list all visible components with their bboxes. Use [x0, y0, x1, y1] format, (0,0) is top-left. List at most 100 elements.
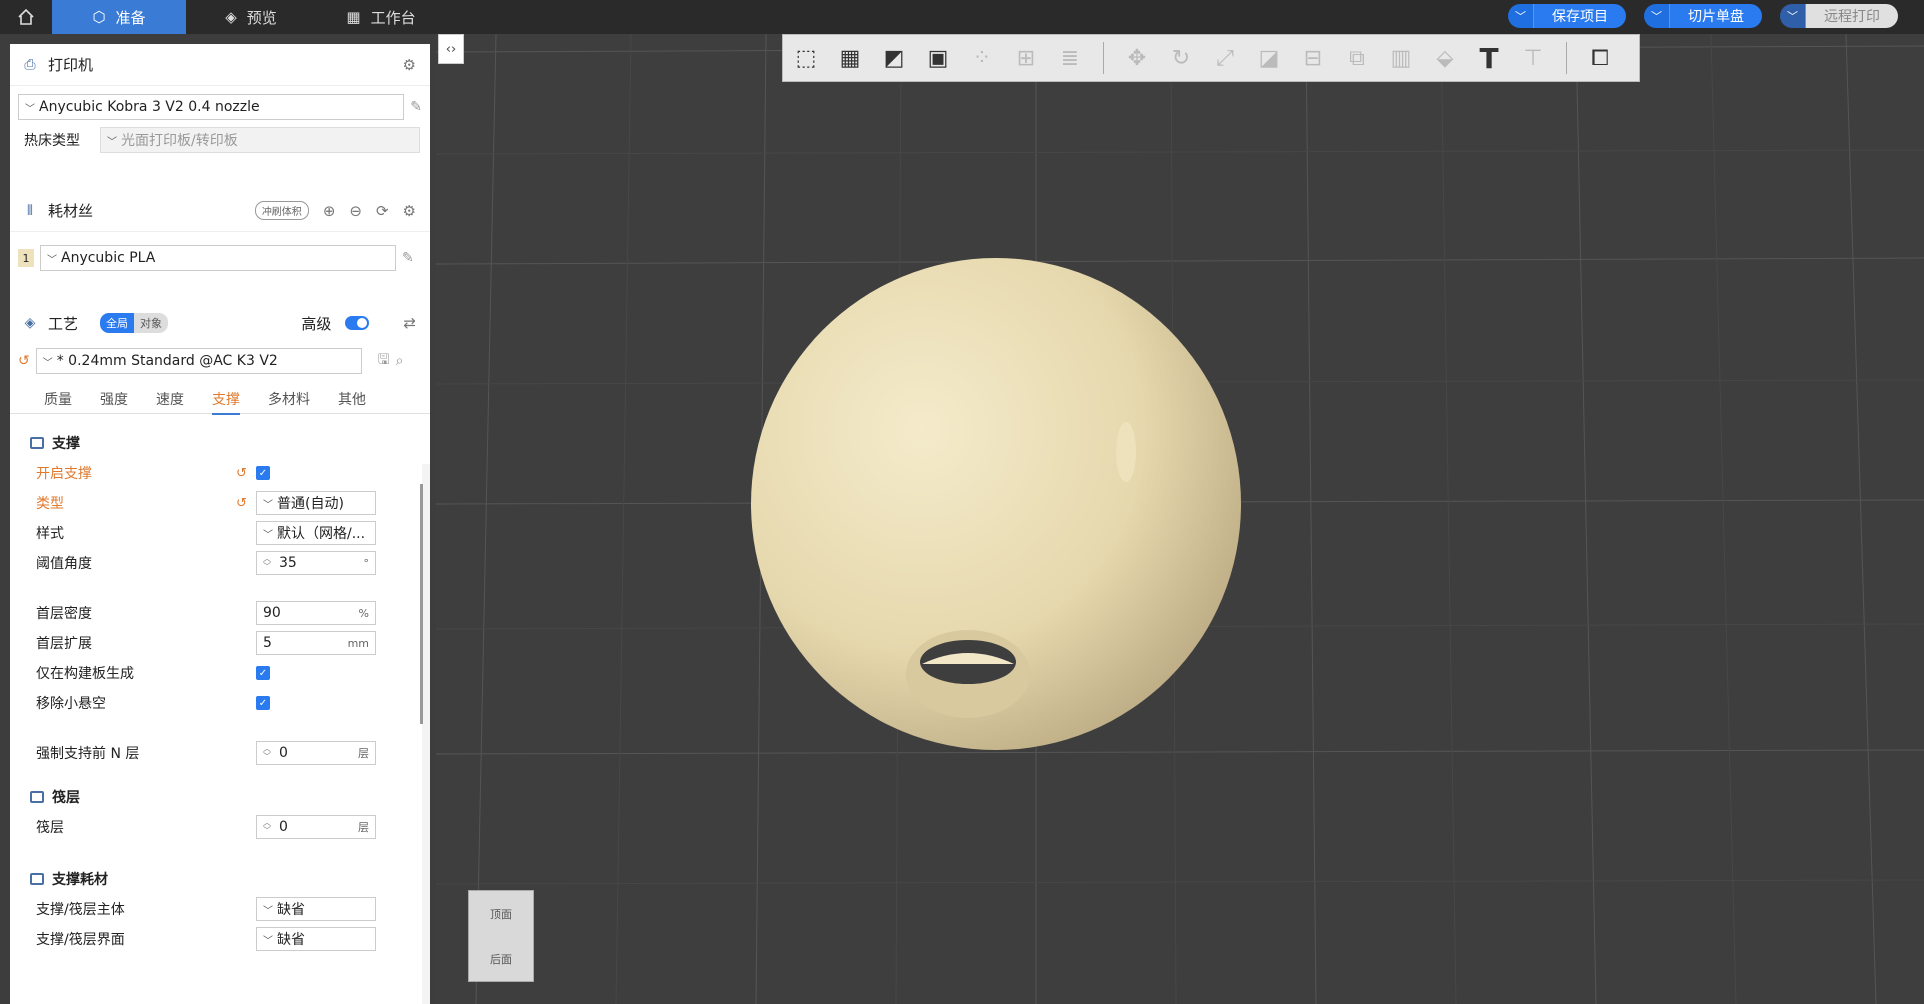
chevron-down-icon[interactable]: ﹀ [1780, 4, 1806, 28]
save-icon[interactable]: 🖫 [378, 349, 390, 373]
raft-layers-input[interactable]: ︿ ﹀ 0 层 [256, 815, 376, 839]
cube-face-top[interactable]: 顶面 [490, 906, 512, 922]
chevron-down-icon[interactable]: ﹀ [1508, 4, 1534, 28]
grid-plate-icon[interactable]: ▦ [833, 41, 867, 75]
bed-type-select[interactable]: ﹀ 光面打印板/转印板 [100, 127, 420, 153]
chevron-down-icon: ﹀ [263, 499, 273, 511]
bed-type-row: 热床类型 ﹀ 光面打印板/转印板 [10, 124, 430, 156]
arrange-icon[interactable]: ▣ [921, 41, 955, 75]
assembly-icon[interactable]: ⧠ [1583, 41, 1617, 75]
split-objects-icon[interactable]: ⁘ [965, 41, 999, 75]
tab-speed[interactable]: 速度 [156, 389, 184, 409]
scrollbar-thumb[interactable] [420, 484, 423, 724]
filament-row: 1 ﹀ Anycubic PLA ✎ [10, 240, 430, 276]
first-layer-expand-row: 首层扩展 5 mm [10, 628, 430, 658]
threshold-angle-input[interactable]: ︿ ﹀ 35 ° [256, 551, 376, 575]
separator [1566, 42, 1567, 74]
flush-volume-button[interactable]: 冲刷体积 [254, 201, 309, 220]
move-icon[interactable]: ✥ [1120, 41, 1154, 75]
on-build-plate-checkbox[interactable]: ✓ [256, 666, 270, 680]
first-layer-expand-input[interactable]: 5 mm [256, 631, 376, 655]
tab-prepare[interactable]: ⬡ 准备 [52, 0, 186, 34]
tab-support[interactable]: 支撑 [212, 389, 240, 415]
support-style-select[interactable]: ﹀ 默认（网格/... [256, 521, 376, 545]
process-preset-row: ↺ ﹀ * 0.24mm Standard @AC K3 V2 🖫 ⌕ [10, 344, 430, 378]
add-filament-icon[interactable]: ⊕ [323, 202, 336, 220]
reset-icon[interactable]: ↺ [236, 466, 247, 481]
compare-icon[interactable]: ⇄ [403, 314, 416, 332]
threshold-angle-row: 阈值角度 ︿ ﹀ 35 ° [10, 548, 430, 578]
auto-orient-icon[interactable]: ◩ [877, 41, 911, 75]
lay-on-face-icon[interactable]: ◪ [1252, 41, 1286, 75]
support-type-select[interactable]: ﹀ 普通(自动) [256, 491, 376, 515]
collapse-panel-button[interactable]: ‹› [438, 34, 464, 64]
rotate-icon[interactable]: ↻ [1164, 41, 1198, 75]
cut-icon[interactable]: ⊟ [1296, 41, 1330, 75]
boolean-icon[interactable]: ⧉ [1340, 41, 1374, 75]
filament-slot[interactable]: 1 [18, 249, 34, 267]
tab-other[interactable]: 其他 [338, 389, 366, 409]
home-icon [18, 8, 34, 25]
tab-quality[interactable]: 质量 [44, 389, 72, 409]
enable-support-checkbox[interactable]: ✓ [256, 466, 270, 480]
support-base-select[interactable]: ﹀ 缺省 [256, 897, 376, 921]
printer-icon: ⎙ [24, 56, 36, 73]
filament-sync-icon[interactable]: ⟳ [376, 202, 389, 220]
remove-filament-icon[interactable]: ⊖ [349, 202, 362, 220]
reset-icon[interactable]: ↺ [18, 353, 30, 369]
support-base-row: 支撑/筏层主体 ﹀ 缺省 [10, 894, 430, 924]
tab-workbench[interactable]: ▦ 工作台 [316, 0, 446, 34]
seam-paint-icon[interactable]: ⬙ [1428, 41, 1462, 75]
spacer [10, 156, 430, 190]
spinner-icon[interactable]: ︿ ﹀ [263, 555, 271, 571]
slice-plate-button[interactable]: ﹀ 切片单盘 [1644, 4, 1762, 28]
edit-icon[interactable]: ✎ [402, 250, 414, 266]
view-cube[interactable]: 顶面 后面 [468, 890, 534, 982]
save-project-button[interactable]: ﹀ 保存项目 [1508, 4, 1626, 28]
enforce-layers-input[interactable]: ︿ ﹀ 0 层 [256, 741, 376, 765]
spinner-icon[interactable]: ︿ ﹀ [263, 745, 271, 761]
support-interface-row: 支撑/筏层界面 ﹀ 缺省 [10, 924, 430, 954]
model-sphere[interactable] [736, 244, 1256, 764]
layers-stack-icon[interactable]: ≣ [1053, 41, 1087, 75]
tab-multimaterial[interactable]: 多材料 [268, 389, 310, 409]
home-button[interactable] [0, 0, 52, 34]
filament-select[interactable]: ﹀ Anycubic PLA [40, 245, 396, 271]
support-interface-select[interactable]: ﹀ 缺省 [256, 927, 376, 951]
spinner-icon[interactable]: ︿ ﹀ [263, 819, 271, 835]
chevron-left-right-icon: ‹› [445, 41, 457, 57]
split-parts-icon[interactable]: ⊞ [1009, 41, 1043, 75]
first-layer-density-input[interactable]: 90% [256, 601, 376, 625]
settings-panel: ⎙ 打印机 ⚙ ﹀ Anycubic Kobra 3 V2 0.4 nozzle… [10, 44, 430, 1004]
text-tool-icon[interactable]: T [1472, 41, 1506, 75]
search-icon[interactable]: ⌕ [396, 353, 404, 369]
printer-section-header: ⎙ 打印机 ⚙ [10, 44, 430, 86]
support-paint-icon[interactable]: ▥ [1384, 41, 1418, 75]
3d-viewport[interactable] [436, 34, 1924, 1004]
settings-sliders-icon[interactable]: ⚙ [403, 202, 416, 220]
chevron-down-icon[interactable]: ﹀ [1644, 4, 1670, 28]
advanced-toggle[interactable] [345, 316, 370, 330]
settings-sliders-icon[interactable]: ⚙ [403, 56, 416, 74]
remote-print-button[interactable]: ﹀ 远程打印 [1780, 4, 1898, 28]
edit-icon[interactable]: ✎ [410, 99, 422, 115]
scope-toggle[interactable]: 全局 对象 [100, 313, 169, 333]
printer-select[interactable]: ﹀ Anycubic Kobra 3 V2 0.4 nozzle [18, 94, 405, 120]
layers-icon: ◈ [225, 8, 237, 26]
add-cube-icon[interactable]: ⬚ [789, 41, 823, 75]
reset-icon[interactable]: ↺ [236, 496, 247, 511]
tab-strength[interactable]: 强度 [100, 389, 128, 409]
remove-small-overhang-checkbox[interactable]: ✓ [256, 696, 270, 710]
process-preset-select[interactable]: ﹀ * 0.24mm Standard @AC K3 V2 [35, 348, 362, 374]
support-filament-group-header: 支撑耗材 [10, 864, 430, 894]
scale-icon[interactable]: ⤢ [1208, 41, 1242, 75]
tab-preview[interactable]: ◈ 预览 [186, 0, 316, 34]
cube-face-front[interactable]: 后面 [490, 951, 512, 967]
scrollbar-track[interactable] [422, 464, 430, 1004]
filament-section-header: ⦀ 耗材丝 冲刷体积 ⊕ ⊖ ⟳ ⚙ [10, 190, 430, 232]
measure-icon[interactable]: ⊤ [1516, 41, 1550, 75]
chevron-down-icon: ﹀ [263, 935, 273, 947]
process-tabs: 质量 强度 速度 支撑 多材料 其他 [10, 384, 430, 415]
